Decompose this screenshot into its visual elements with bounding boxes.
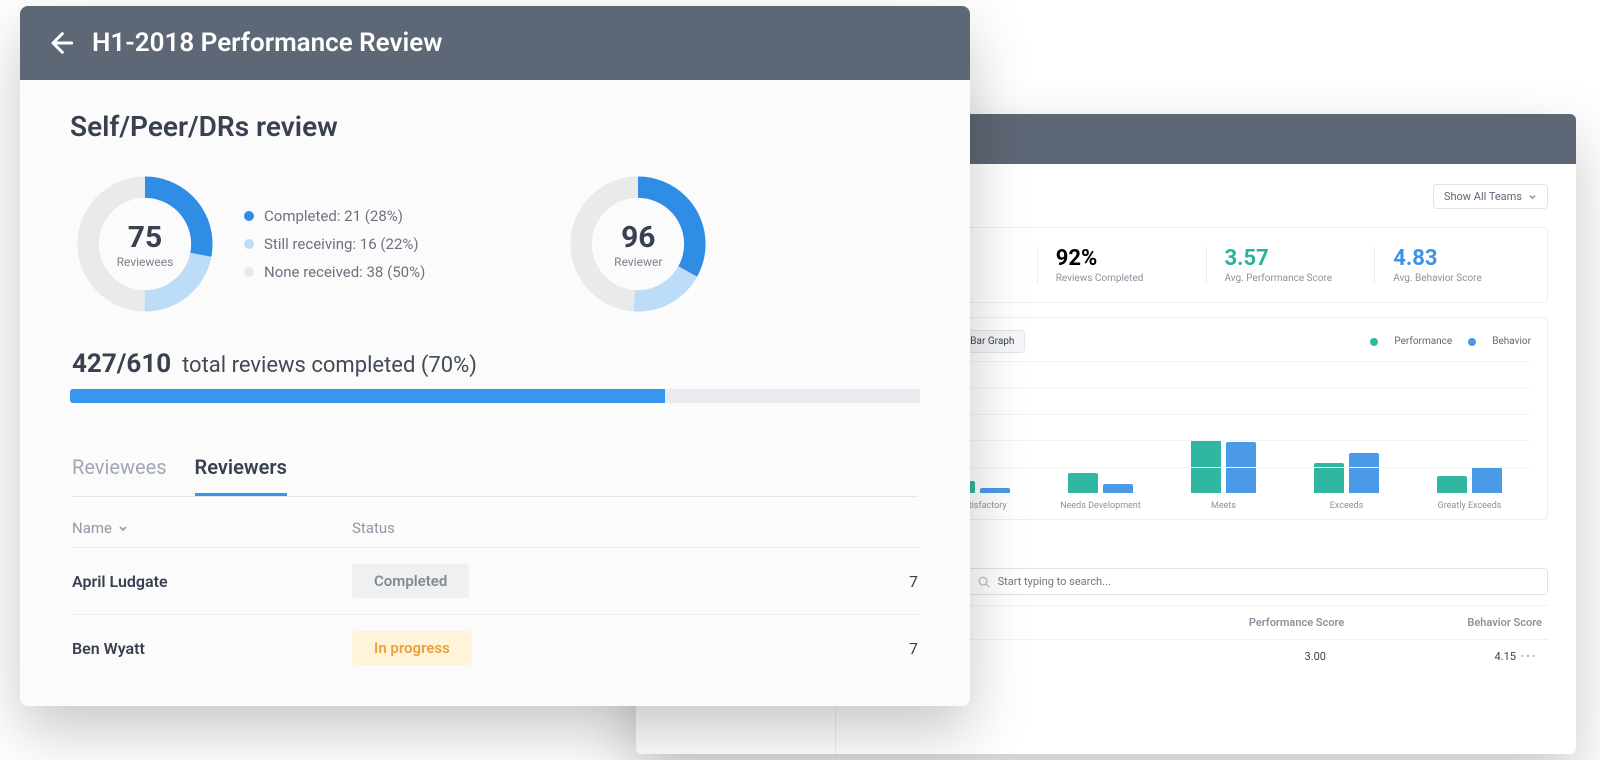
- legend-dot-receiving: [244, 239, 254, 249]
- tab-reviewers[interactable]: Reviewers: [195, 445, 287, 496]
- section-title: Self/Peer/DRs review: [70, 110, 920, 143]
- stat-beh-score: 4.83Avg. Behavior Score: [1375, 246, 1543, 284]
- chevron-down-icon: [1528, 192, 1537, 201]
- table-row[interactable]: April Ludgate Completed 7: [70, 547, 920, 614]
- legend-completed: Completed: 21 (28%): [264, 207, 403, 225]
- chart-legend: Performance Behavior: [1370, 336, 1531, 347]
- reviewees-count: 75: [128, 220, 162, 255]
- reviewer-tabs: Reviewees Reviewers: [72, 445, 918, 497]
- team-filter-dropdown[interactable]: Show All Teams: [1433, 184, 1548, 209]
- reviewees-label: Reviewees: [117, 255, 174, 269]
- bar-chart: 2001601208040 UnsatisfactoryNeeds Develo…: [881, 361, 1531, 511]
- progress-text: 427/610 total reviews completed (70%): [72, 349, 918, 379]
- reviewers-label: Reviewer: [614, 255, 662, 269]
- col-name[interactable]: Name: [72, 519, 112, 537]
- search-icon: [978, 576, 990, 588]
- panel-a-header: H1-2018 Performance Review: [20, 6, 970, 80]
- reviewers-count: 96: [621, 220, 655, 255]
- page-title: H1-2018 Performance Review: [92, 28, 442, 58]
- col-perf-score[interactable]: Performance Score: [1147, 616, 1345, 629]
- row-count: 7: [858, 639, 918, 658]
- back-button[interactable]: [46, 29, 74, 57]
- legend-dot-behavior: [1468, 338, 1476, 346]
- legend-dot-completed: [244, 211, 254, 221]
- stat-perf-score: 3.57Avg. Performance Score: [1207, 246, 1376, 284]
- review-detail-panel: H1-2018 Performance Review Self/Peer/DRs…: [20, 6, 970, 706]
- row-name: Ben Wyatt: [72, 639, 352, 658]
- row-beh: 4.15: [1326, 650, 1516, 663]
- table-header: Name Status: [72, 519, 918, 537]
- sort-caret-icon: [118, 523, 128, 533]
- legend-none: None received: 38 (50%): [264, 263, 425, 281]
- search-input[interactable]: [998, 575, 1537, 588]
- row-count: 7: [858, 572, 918, 591]
- legend-dot-none: [244, 267, 254, 277]
- legend-receiving: Still receiving: 16 (22%): [264, 235, 419, 253]
- col-beh-score[interactable]: Behavior Score: [1344, 616, 1542, 629]
- table-row[interactable]: Ben Wyatt In progress 7: [70, 614, 920, 681]
- status-badge: Completed: [352, 564, 469, 598]
- progress-bar: [70, 389, 920, 403]
- legend-performance: Performance: [1394, 336, 1452, 347]
- status-badge: In progress: [352, 631, 472, 665]
- reviewers-donut: 96 Reviewer: [563, 169, 713, 319]
- row-perf: 3.00: [1136, 650, 1326, 663]
- donut-legend: Completed: 21 (28%) Still receiving: 16 …: [244, 207, 425, 281]
- search-box[interactable]: [967, 568, 1548, 595]
- reviewees-donut: 75 Reviewees: [70, 169, 220, 319]
- row-more-icon[interactable]: •••: [1516, 650, 1542, 663]
- legend-dot-performance: [1370, 338, 1378, 346]
- tab-reviewees[interactable]: Reviewees: [72, 445, 167, 496]
- row-name: April Ludgate: [72, 572, 352, 591]
- col-status[interactable]: Status: [352, 519, 395, 537]
- legend-behavior: Behavior: [1492, 336, 1531, 347]
- stat-completed: 92%Reviews Completed: [1038, 246, 1207, 284]
